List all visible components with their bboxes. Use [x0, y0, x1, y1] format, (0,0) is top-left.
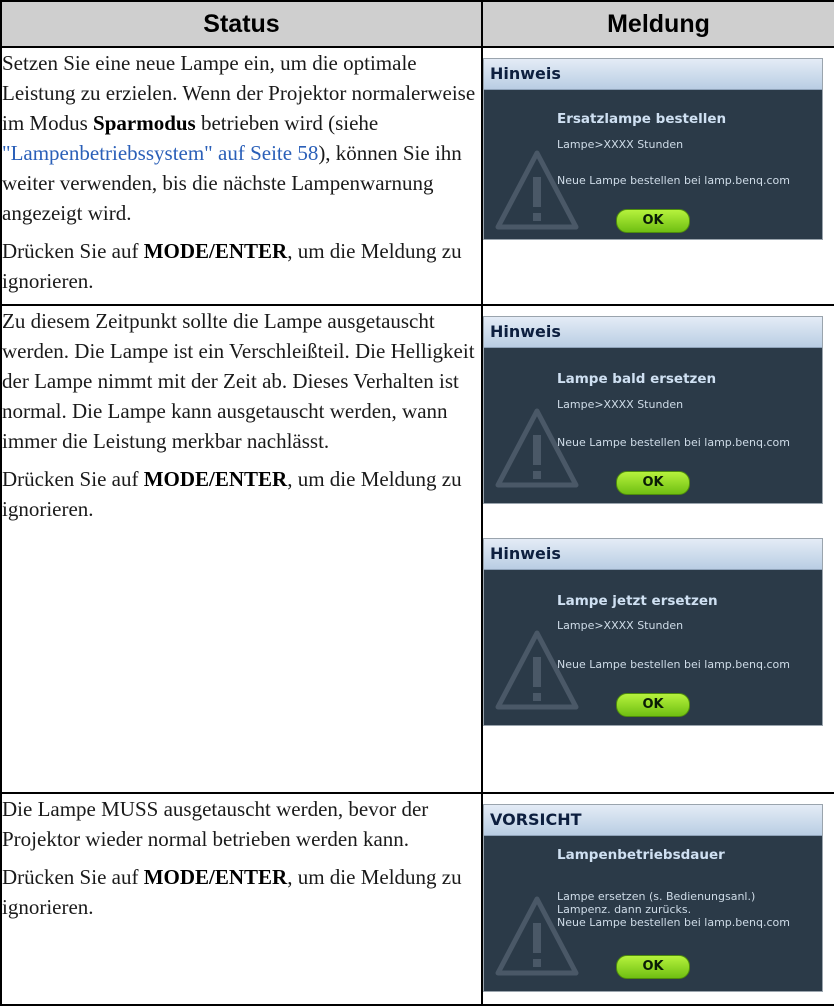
- dialog-header: Hinweis: [484, 317, 822, 348]
- ok-button[interactable]: OK: [616, 471, 690, 495]
- header-row: Status Meldung: [0, 0, 834, 48]
- osd-dialog: Hinweis Ersatzlampe bestellen Lampe>XXXX…: [483, 58, 823, 240]
- dialog-line: Lampe ersetzen (s. Bedienungsanl.): [557, 890, 756, 903]
- dialog-header: Hinweis: [484, 539, 822, 570]
- osd-dialog: VORSICHT Lampenbetriebsdauer Lampe erset…: [483, 804, 823, 992]
- status-paragraph: Drücken Sie auf MODE/ENTER, um die Meldu…: [2, 464, 481, 524]
- dialog-header: VORSICHT: [484, 805, 822, 836]
- text-run: Drücken Sie auf: [2, 865, 144, 889]
- status-paragraph: Drücken Sie auf MODE/ENTER, um die Meldu…: [2, 862, 481, 922]
- key-name: MODE/ENTER: [143, 865, 288, 889]
- dialog-line: Neue Lampe bestellen bei lamp.benq.com: [557, 658, 790, 671]
- ok-button[interactable]: OK: [616, 955, 690, 979]
- text-run: Drücken Sie auf: [2, 239, 144, 263]
- key-name: MODE/ENTER: [143, 467, 288, 491]
- dialog-title: Lampe bald ersetzen: [557, 371, 717, 387]
- osd-dialog: Hinweis Lampe jetzt ersetzen Lampe>XXXX …: [483, 538, 823, 726]
- message-cell: VORSICHT Lampenbetriebsdauer Lampe erset…: [481, 792, 834, 1006]
- dialog-line: Neue Lampe bestellen bei lamp.benq.com: [557, 916, 790, 929]
- dialog-line: Neue Lampe bestellen bei lamp.benq.com: [557, 174, 790, 187]
- dialog-line: Neue Lampe bestellen bei lamp.benq.com: [557, 436, 790, 449]
- dialog-line: Lampe>XXXX Stunden: [557, 138, 684, 151]
- dialog-line: Lampe>XXXX Stunden: [557, 398, 684, 411]
- dialog-line: Lampe>XXXX Stunden: [557, 619, 684, 632]
- key-name: MODE/ENTER: [143, 239, 288, 263]
- status-cell: Zu diesem Zeitpunkt sollte die Lampe aus…: [0, 304, 483, 794]
- status-paragraph: Die Lampe MUSS ausgetauscht werden, bevo…: [2, 797, 429, 851]
- table-row: Die Lampe MUSS ausgetauscht werden, bevo…: [0, 792, 834, 1006]
- dialog-title: Lampe jetzt ersetzen: [557, 593, 718, 609]
- status-paragraph: Zu diesem Zeitpunkt sollte die Lampe aus…: [2, 309, 475, 453]
- table-row: Setzen Sie eine neue Lampe ein, um die o…: [0, 46, 834, 306]
- dialog-header: Hinweis: [484, 59, 822, 90]
- dialog-title: Lampenbetriebsdauer: [557, 847, 725, 863]
- lamp-message-table: Status Meldung Setzen Sie eine neue Lamp…: [0, 0, 834, 1006]
- header-status: Status: [0, 0, 483, 48]
- status-cell: Setzen Sie eine neue Lampe ein, um die o…: [0, 46, 483, 306]
- ok-button[interactable]: OK: [616, 693, 690, 717]
- dialog-title: Ersatzlampe bestellen: [557, 111, 727, 127]
- status-cell: Die Lampe MUSS ausgetauscht werden, bevo…: [0, 792, 483, 1006]
- table-row: Zu diesem Zeitpunkt sollte die Lampe aus…: [0, 304, 834, 794]
- text-run: betrieben wird (siehe: [195, 111, 379, 135]
- message-cell: Hinweis Ersatzlampe bestellen Lampe>XXXX…: [481, 46, 834, 306]
- status-paragraph: Setzen Sie eine neue Lampe ein, um die o…: [2, 48, 481, 228]
- text-run: Drücken Sie auf: [2, 467, 144, 491]
- mode-name: Sparmodus: [93, 111, 196, 135]
- dialog-line: Lampenz. dann zurücks.: [557, 903, 692, 916]
- page-reference-link[interactable]: "Lampenbetriebssystem" auf Seite 58: [2, 141, 318, 165]
- osd-dialog: Hinweis Lampe bald ersetzen Lampe>XXXX S…: [483, 316, 823, 504]
- warning-triangle-icon: [495, 150, 579, 230]
- header-meldung: Meldung: [481, 0, 834, 48]
- status-paragraph: Drücken Sie auf MODE/ENTER, um die Meldu…: [2, 236, 481, 296]
- message-cell: Hinweis Lampe bald ersetzen Lampe>XXXX S…: [481, 304, 834, 794]
- ok-button[interactable]: OK: [616, 209, 690, 233]
